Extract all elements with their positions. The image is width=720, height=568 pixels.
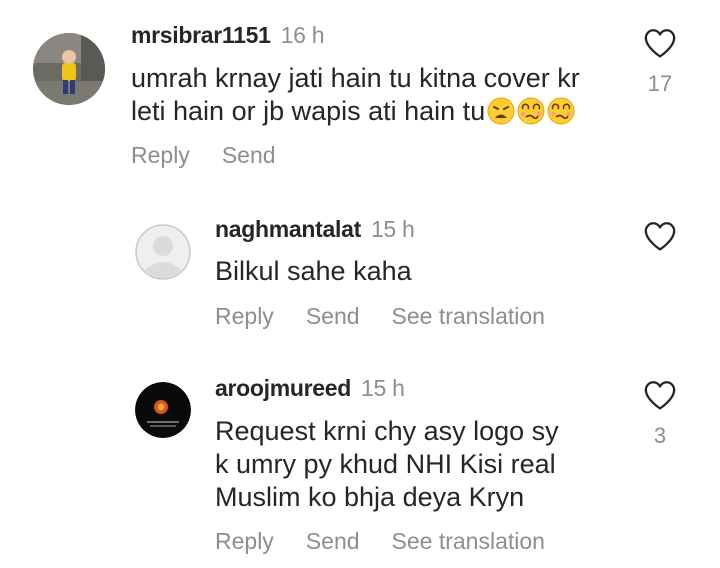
comment-line: Request krni chy asy logo sy [215, 416, 559, 446]
send-button[interactable]: Send [306, 303, 360, 330]
comment-author[interactable]: aroojmureed 15 h [215, 375, 405, 402]
comment-text: umrah krnay jati hain tu kitna cover kr … [131, 62, 580, 128]
comment-time: 15 h [361, 375, 405, 401]
send-button[interactable]: Send [306, 528, 360, 555]
avatar[interactable] [135, 224, 191, 280]
see-translation-button[interactable]: See translation [392, 528, 545, 555]
avatar[interactable] [135, 382, 191, 438]
reply-button[interactable]: Reply [215, 528, 274, 555]
like-count: 3 [653, 423, 667, 448]
avatar[interactable] [33, 33, 105, 105]
comment-text: Request krni chy asy logo sy k umry py k… [215, 415, 559, 514]
woozy-face-emoji [547, 97, 575, 125]
default-avatar-icon [135, 224, 191, 280]
comment-line: k umry py khud NHI Kisi real [215, 449, 556, 479]
woozy-face-emoji [517, 97, 545, 125]
username[interactable]: mrsibrar1151 [131, 22, 271, 48]
reply-button[interactable]: Reply [131, 142, 190, 169]
comment-line: umrah krnay jati hain tu kitna cover kr [131, 63, 580, 93]
comment-actions: Reply Send See translation [215, 303, 577, 330]
heart-icon[interactable] [643, 220, 677, 252]
comment-line-with-emoji: leti hain or jb wapis ati hain tu [131, 95, 580, 128]
comment-author[interactable]: naghmantalat 15 h [215, 216, 415, 243]
comment-author[interactable]: mrsibrar1151 16 h [131, 22, 325, 49]
comment-3: aroojmureed 15 h Request krni chy asy log… [0, 350, 720, 568]
comment-line: Bilkul sahe kaha [215, 256, 412, 286]
send-button[interactable]: Send [222, 142, 276, 169]
comment-1: mrsibrar1151 16 h umrah krnay jati hain t… [0, 0, 720, 190]
reply-button[interactable]: Reply [215, 303, 274, 330]
comment-actions: Reply Send See translation [215, 528, 577, 555]
like-count: 17 [647, 71, 673, 96]
comment-time: 15 h [370, 216, 415, 242]
comment-time: 16 h [280, 22, 325, 48]
heart-icon[interactable] [643, 379, 677, 411]
username[interactable]: aroojmureed [215, 375, 351, 401]
comment-line: leti hain or jb wapis ati hain tu [131, 96, 486, 126]
see-translation-button[interactable]: See translation [392, 303, 545, 330]
username[interactable]: naghmantalat [215, 216, 361, 242]
comment-2: naghmantalat 15 h Bilkul sahe kaha Reply S… [0, 190, 720, 350]
heart-icon[interactable] [643, 27, 677, 59]
comment-actions: Reply Send [131, 142, 308, 169]
comment-line: Muslim ko bhja deya Kryn [215, 482, 525, 512]
comment-text: Bilkul sahe kaha [215, 255, 412, 288]
weary-face-emoji [487, 97, 515, 125]
